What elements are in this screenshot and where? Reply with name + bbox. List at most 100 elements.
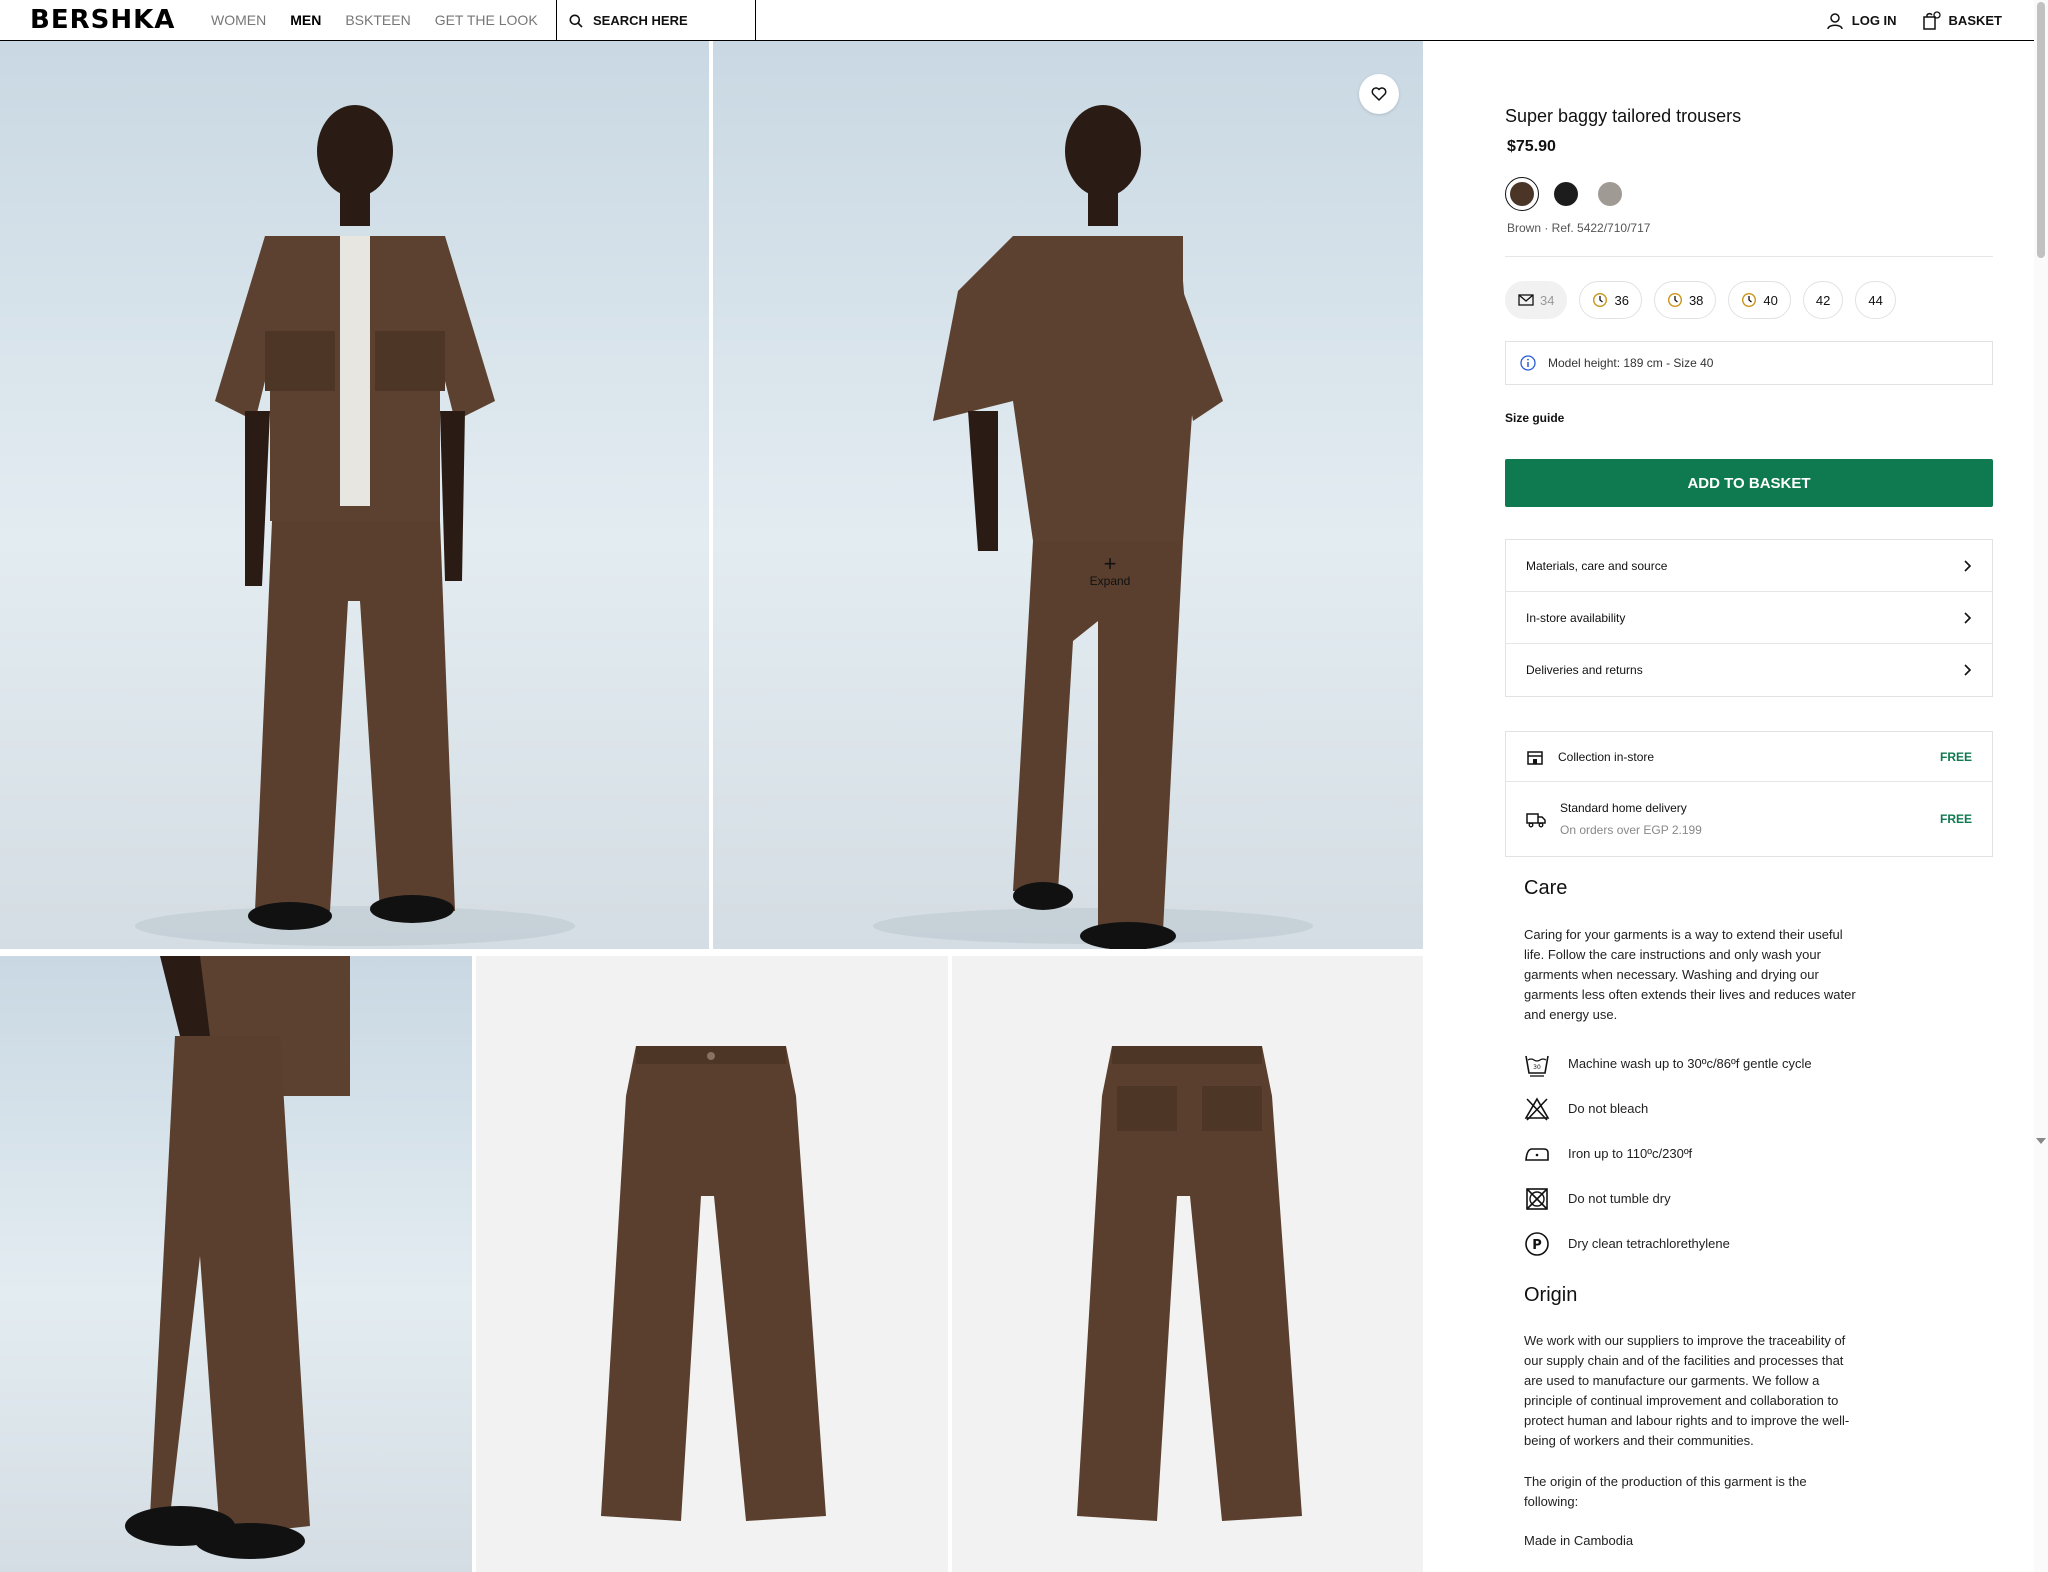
delivery-subtitle: On orders over EGP 2.199 <box>1560 823 1702 837</box>
accordion-in-store-availability[interactable]: In-store availability <box>1506 592 1992 644</box>
basket-button[interactable]: BASKET <box>1921 10 2002 31</box>
care-item-label: Do not bleach <box>1568 1101 1649 1116</box>
main-nav: WOMEN MEN BSKTEEN GET THE LOOK <box>211 0 562 42</box>
clock-icon <box>1742 292 1757 308</box>
nav-men[interactable]: MEN <box>290 0 322 42</box>
color-swatch-black[interactable] <box>1549 177 1583 211</box>
model-info: Model height: 189 cm - Size 40 <box>1505 341 1993 385</box>
care-description: Caring for your garments is a way to ext… <box>1524 927 1856 1022</box>
size-option-40[interactable]: 40 <box>1728 281 1791 319</box>
iron-icon <box>1525 1147 1549 1161</box>
size-option-36[interactable]: 36 <box>1579 281 1642 319</box>
delivery-price: FREE <box>1939 812 1972 826</box>
swatch-fill <box>1510 182 1534 206</box>
color-swatch-brown[interactable] <box>1505 177 1539 211</box>
wishlist-button[interactable] <box>1359 74 1399 114</box>
clock-icon <box>1593 292 1608 308</box>
color-swatch-grey[interactable] <box>1593 177 1627 211</box>
expand-image-button[interactable]: + Expand <box>1080 551 1140 589</box>
delivery-text: Collection in-store <box>1558 750 1940 764</box>
add-to-basket-button[interactable]: ADD TO BASKET <box>1505 459 1993 507</box>
delivery-price: FREE <box>1939 749 1972 764</box>
nav-get-the-look[interactable]: GET THE LOOK <box>435 0 538 41</box>
product-image-flat-back[interactable] <box>952 956 1423 1572</box>
chevron-right-icon <box>1964 664 1972 676</box>
accordion-deliveries-returns[interactable]: Deliveries and returns <box>1506 644 1992 696</box>
search-icon <box>569 14 583 28</box>
no-tumble-dry-icon <box>1526 1187 1548 1210</box>
store-icon <box>1527 750 1543 765</box>
delivery-standard-home: Standard home delivery On orders over EG… <box>1506 782 1992 856</box>
care-item-tumble-dry: Do not tumble dry <box>1524 1176 1812 1221</box>
delivery-title: Standard home delivery <box>1560 801 1687 815</box>
product-gallery: + Expand <box>0 41 1423 1572</box>
basket-label: BASKET <box>1948 13 2002 28</box>
accordion-label: In-store availability <box>1526 610 1626 625</box>
truck-icon <box>1526 813 1546 828</box>
model-info-text: Model height: 189 cm - Size 40 <box>1548 356 1714 370</box>
size-option-44[interactable]: 44 <box>1855 281 1896 319</box>
swatch-fill <box>1554 182 1578 206</box>
care-instructions: 30 Machine wash up to 30ºc/86ºf gentle c… <box>1524 1041 1812 1266</box>
nav-bskteen[interactable]: BSKTEEN <box>345 0 410 41</box>
care-item-label: Do not tumble dry <box>1568 1191 1671 1206</box>
search-input[interactable]: SEARCH HERE <box>556 0 756 41</box>
basket-icon <box>1922 10 1941 30</box>
origin-description: We work with our suppliers to improve th… <box>1524 1333 1850 1448</box>
size-option-38[interactable]: 38 <box>1653 281 1717 319</box>
delivery-title: Collection in-store <box>1558 749 1655 764</box>
expand-label: Expand <box>1089 574 1131 588</box>
svg-text:P: P <box>1532 1238 1542 1253</box>
nav-women[interactable]: WOMEN <box>211 0 266 41</box>
page-scrollbar[interactable] <box>2034 0 2048 1572</box>
care-item-wash: 30 Machine wash up to 30ºc/86ºf gentle c… <box>1524 1041 1812 1086</box>
product-image-flat-front[interactable] <box>476 956 948 1572</box>
chevron-right-icon <box>1964 559 1972 572</box>
mail-icon <box>1518 294 1534 306</box>
product-price: $75.90 <box>1507 138 1556 155</box>
bershka-logo[interactable]: BERSHKA <box>30 5 175 35</box>
size-guide-link[interactable]: Size guide <box>1505 411 1564 425</box>
plus-icon: + <box>1103 551 1117 576</box>
info-icon <box>1520 355 1536 371</box>
size-label: 42 <box>1815 292 1831 308</box>
scrollbar-thumb[interactable] <box>2037 2 2045 258</box>
svg-text:30: 30 <box>1533 1064 1541 1071</box>
heart-icon <box>1371 87 1387 101</box>
care-item-dry-clean: P Dry clean tetrachlorethylene <box>1524 1221 1812 1266</box>
swatch-fill <box>1598 182 1622 206</box>
accordion-label: Materials, care and source <box>1526 558 1668 573</box>
size-option-42[interactable]: 42 <box>1802 281 1844 319</box>
color-reference: Brown · Ref. 5422/710/717 <box>1507 221 1651 235</box>
chevron-right-icon <box>1964 611 1972 624</box>
clock-icon <box>1667 292 1682 308</box>
header-actions: LOG IN BASKET <box>1802 0 2002 41</box>
size-label: 44 <box>1868 292 1883 308</box>
product-image-front-model[interactable] <box>0 41 709 949</box>
care-item-label: Machine wash up to 30ºc/86ºf gentle cycl… <box>1568 1056 1812 1071</box>
product-image-back-model[interactable] <box>713 41 1423 949</box>
size-option-34[interactable]: 34 <box>1505 281 1568 319</box>
accordion-label: Deliveries and returns <box>1526 663 1643 677</box>
search-label: SEARCH HERE <box>593 13 688 28</box>
login-button[interactable]: LOG IN <box>1826 12 1897 30</box>
origin-heading: Origin <box>1524 1284 1578 1306</box>
dry-clean-icon: P <box>1525 1231 1549 1256</box>
size-label: 38 <box>1688 292 1704 308</box>
scroll-down-arrow-icon[interactable] <box>2036 1138 2046 1144</box>
divider <box>1505 256 1993 257</box>
delivery-collection-in-store: Collection in-store FREE <box>1506 732 1992 782</box>
product-info-accordion: Materials, care and source In-store avai… <box>1505 539 1993 697</box>
product-title: Super baggy tailored trousers <box>1505 106 1742 126</box>
product-image-side-detail[interactable] <box>0 956 472 1572</box>
login-label: LOG IN <box>1851 13 1897 28</box>
accordion-materials[interactable]: Materials, care and source <box>1506 540 1992 592</box>
delivery-text: Standard home delivery On orders over EG… <box>1560 801 1940 837</box>
care-item-iron: Iron up to 110ºc/230ºf <box>1524 1131 1812 1176</box>
care-item-bleach: Do not bleach <box>1524 1086 1812 1131</box>
color-swatches <box>1505 177 1637 211</box>
size-label: 36 <box>1614 292 1629 308</box>
care-heading: Care <box>1524 877 1568 899</box>
care-item-label: Dry clean tetrachlorethylene <box>1568 1236 1730 1251</box>
care-item-label: Iron up to 110ºc/230ºf <box>1568 1146 1693 1161</box>
